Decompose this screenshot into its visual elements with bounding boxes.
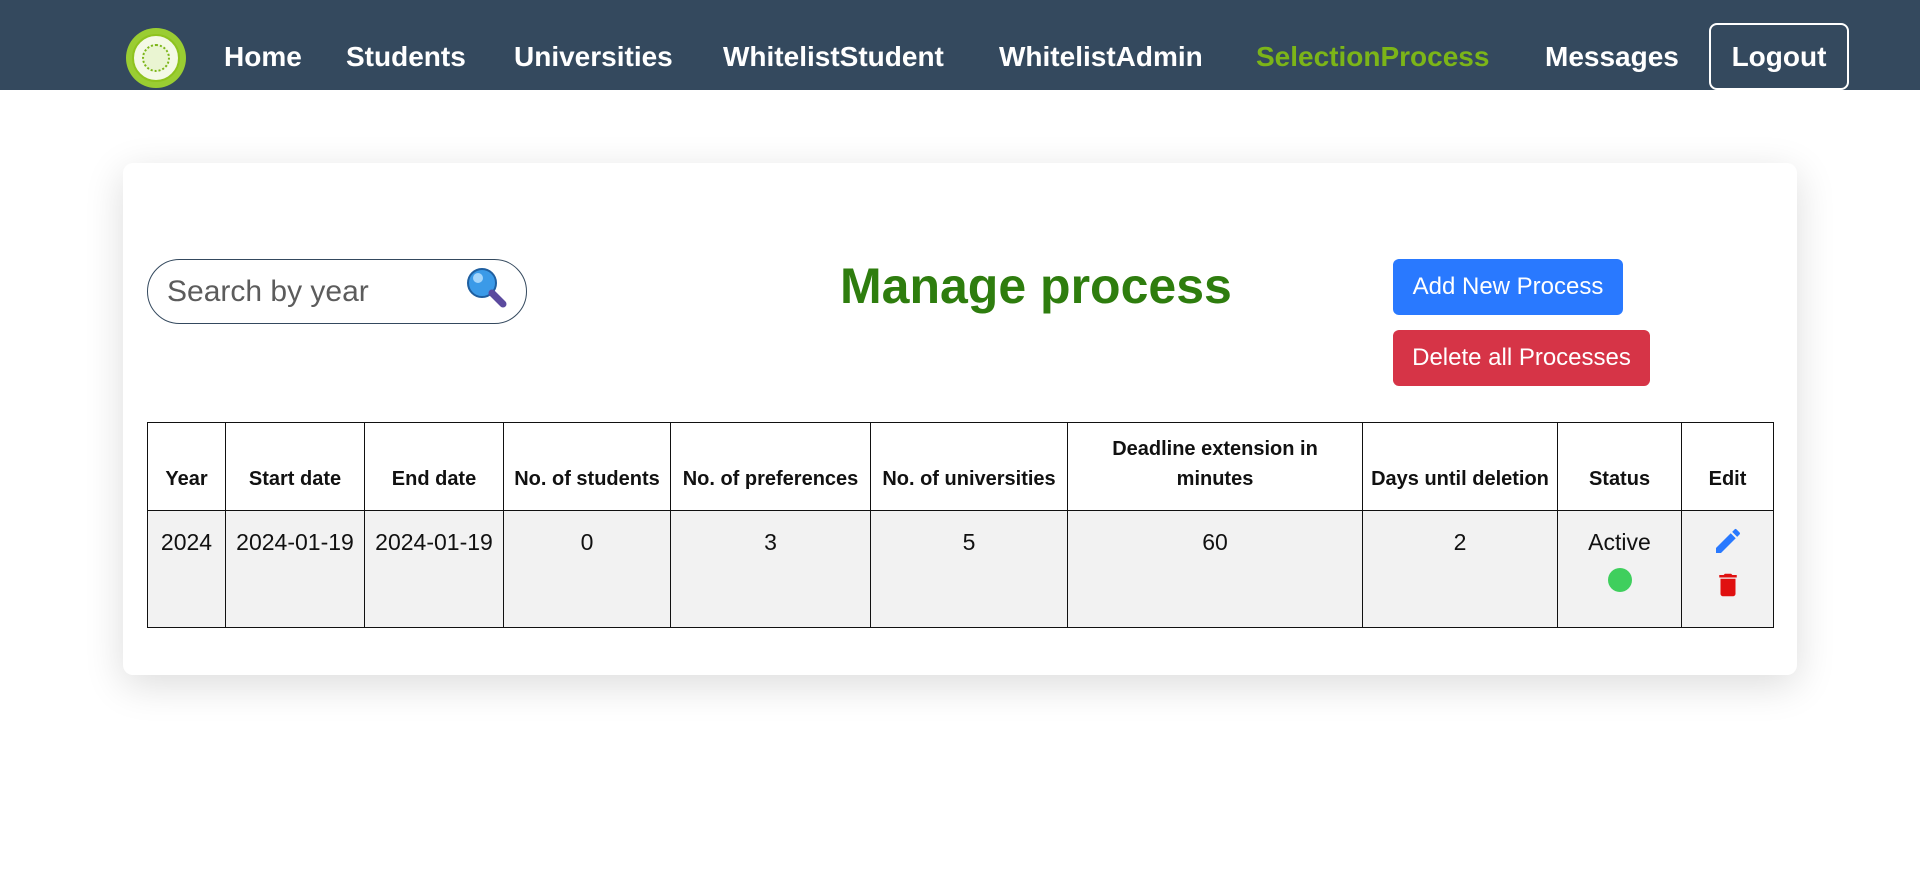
logout-button[interactable]: Logout <box>1709 23 1849 90</box>
table-header-row: Year Start date End date No. of students… <box>147 422 1774 511</box>
top-navbar: Home Students Universities WhitelistStud… <box>0 0 1920 90</box>
table-row: 2024 2024-01-19 2024-01-19 0 3 5 60 2 Ac… <box>147 510 1774 628</box>
nav-link-universities[interactable]: Universities <box>514 40 673 74</box>
cell-universities: 5 <box>870 510 1068 628</box>
header-start-date: Start date <box>225 422 365 511</box>
process-table: Year Start date End date No. of students… <box>147 422 1774 628</box>
nav-link-whitelist-student[interactable]: WhitelistStudent <box>723 40 944 74</box>
trash-icon[interactable] <box>1713 569 1743 601</box>
cell-start-date: 2024-01-19 <box>225 510 365 628</box>
status-text: Active <box>1588 529 1651 555</box>
magnifier-icon[interactable] <box>465 266 509 310</box>
status-indicator-dot <box>1607 568 1632 592</box>
header-students: No. of students <box>503 422 671 511</box>
header-status: Status <box>1557 422 1682 511</box>
cell-edit <box>1681 510 1774 628</box>
nav-link-home[interactable]: Home <box>224 40 302 74</box>
header-preferences: No. of preferences <box>670 422 871 511</box>
header-days-until-deletion: Days until deletion <box>1362 422 1558 511</box>
page-title: Manage process <box>840 258 1232 314</box>
cell-deadline-extension: 60 <box>1067 510 1363 628</box>
search-input[interactable] <box>165 270 455 314</box>
header-deadline-extension: Deadline extension in minutes <box>1067 422 1363 511</box>
cell-students: 0 <box>503 510 671 628</box>
pencil-icon[interactable] <box>1712 525 1744 557</box>
cell-days-until-deletion: 2 <box>1362 510 1558 628</box>
header-end-date: End date <box>364 422 504 511</box>
delete-all-processes-button[interactable]: Delete all Processes <box>1393 330 1650 386</box>
header-year: Year <box>147 422 226 511</box>
nav-link-selection-process[interactable]: SelectionProcess <box>1256 40 1489 74</box>
cell-preferences: 3 <box>670 510 871 628</box>
search-box <box>147 259 527 324</box>
cell-end-date: 2024-01-19 <box>364 510 504 628</box>
nav-link-whitelist-admin[interactable]: WhitelistAdmin <box>999 40 1203 74</box>
cell-year: 2024 <box>147 510 226 628</box>
cell-status: Active <box>1557 510 1682 628</box>
header-universities: No. of universities <box>870 422 1068 511</box>
nav-link-students[interactable]: Students <box>346 40 466 74</box>
add-new-process-button[interactable]: Add New Process <box>1393 259 1623 315</box>
header-edit: Edit <box>1681 422 1774 511</box>
nav-link-messages[interactable]: Messages <box>1545 40 1679 74</box>
logo-icon[interactable] <box>126 28 186 88</box>
